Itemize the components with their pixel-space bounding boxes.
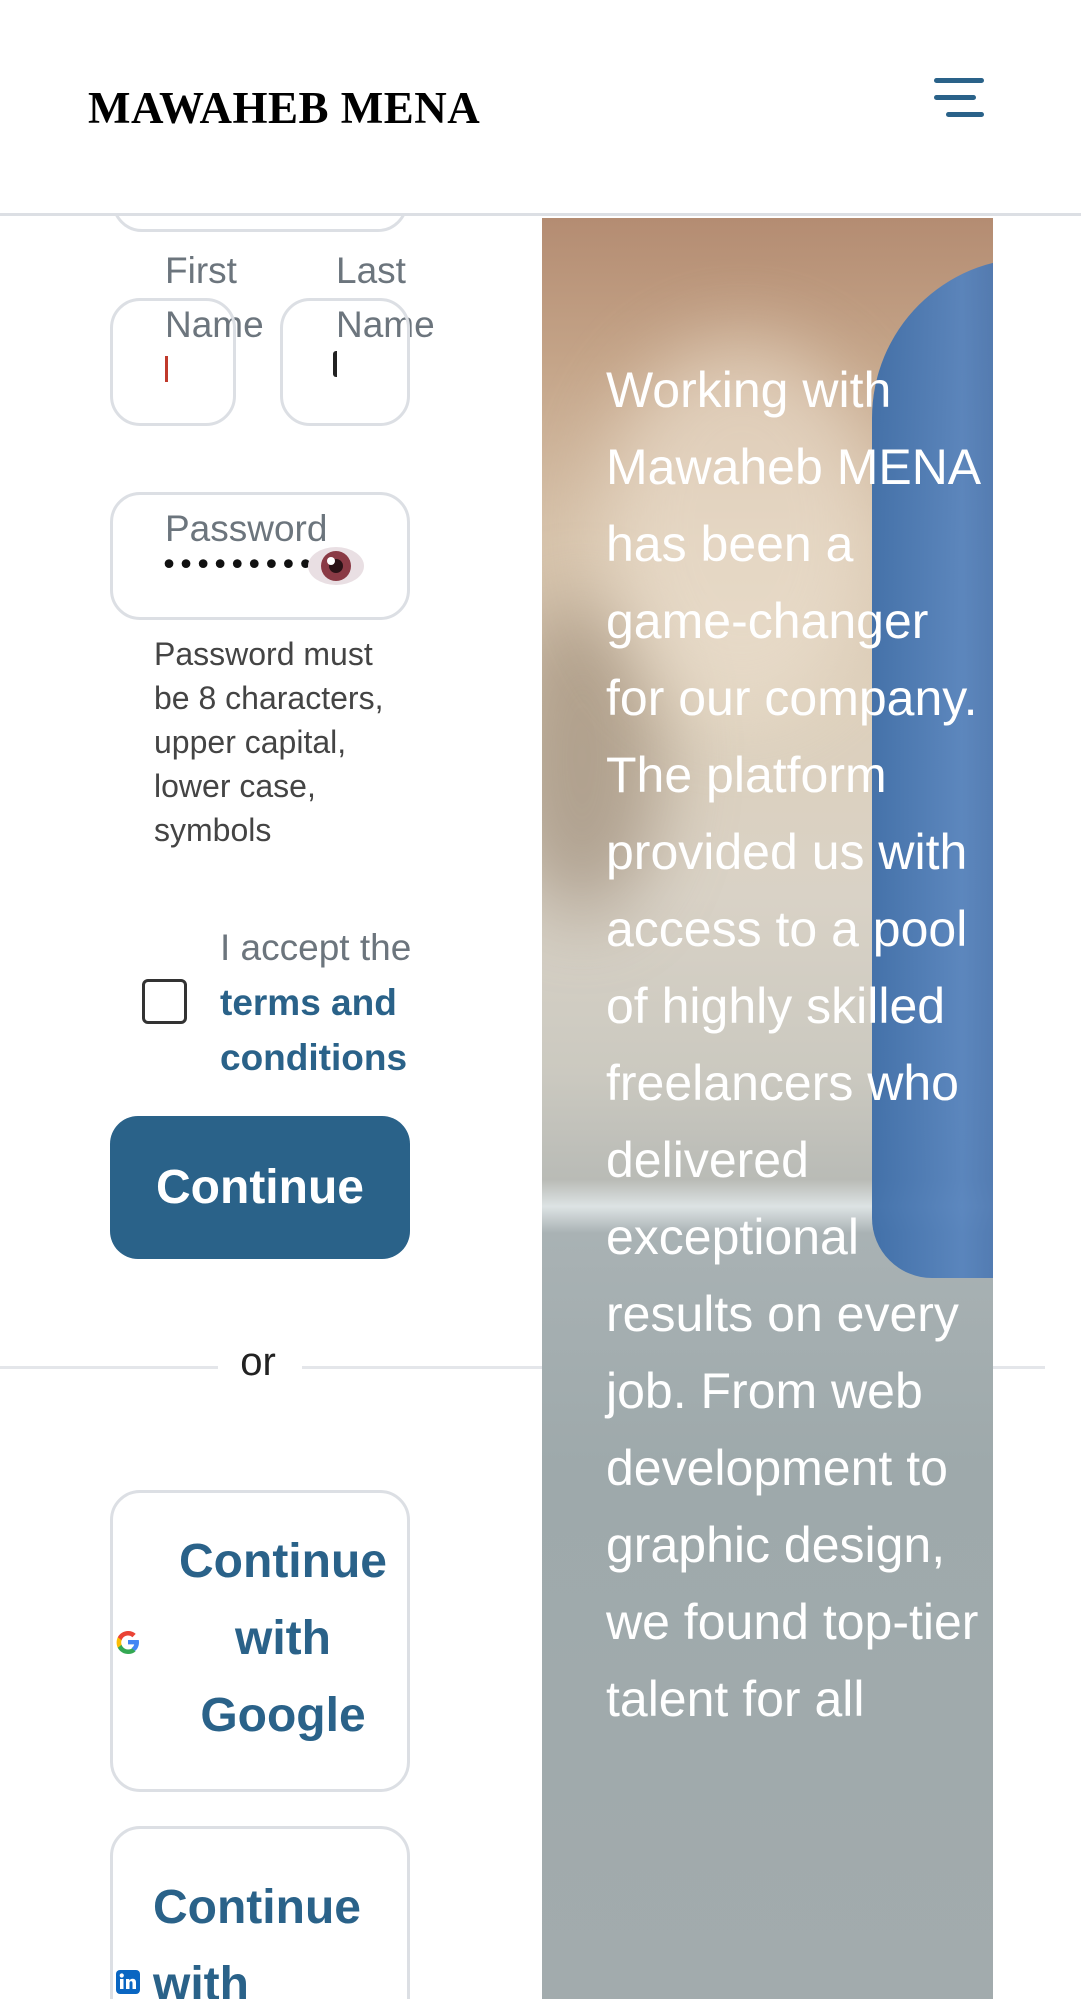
linkedin-icon — [115, 1969, 141, 1995]
divider-line-left — [0, 1366, 218, 1369]
linkedin-signin-button[interactable]: Continue with — [110, 1826, 410, 1999]
first-name-field[interactable] — [110, 298, 236, 426]
linkedin-button-label: Continue with — [153, 1881, 361, 1999]
last-name-field[interactable] — [280, 298, 410, 426]
password-help-text: Password must be 8 characters, upper cap… — [154, 636, 384, 848]
hamburger-menu-icon[interactable] — [934, 76, 986, 120]
google-button-label: Continue with Google — [179, 1535, 387, 1742]
site-header: MAWAHEB MENA — [0, 0, 1081, 216]
divider-or: or — [240, 1340, 276, 1384]
google-icon — [115, 1629, 141, 1655]
logo[interactable]: MAWAHEB MENA — [88, 82, 480, 134]
google-signin-button[interactable]: Continue with Google — [110, 1490, 410, 1792]
testimonial-panel: Working with Mawaheb MENA has been a gam… — [542, 218, 993, 1999]
terms-text: I accept the terms and conditions — [220, 920, 420, 1085]
terms-checkbox[interactable] — [142, 979, 187, 1024]
terms-prefix: I accept the — [220, 927, 412, 968]
testimonial-quote: Working with Mawaheb MENA has been a gam… — [606, 362, 979, 1727]
continue-button[interactable]: Continue — [110, 1116, 410, 1259]
eye-icon[interactable] — [306, 544, 366, 588]
terms-link[interactable]: terms and conditions — [220, 975, 420, 1085]
